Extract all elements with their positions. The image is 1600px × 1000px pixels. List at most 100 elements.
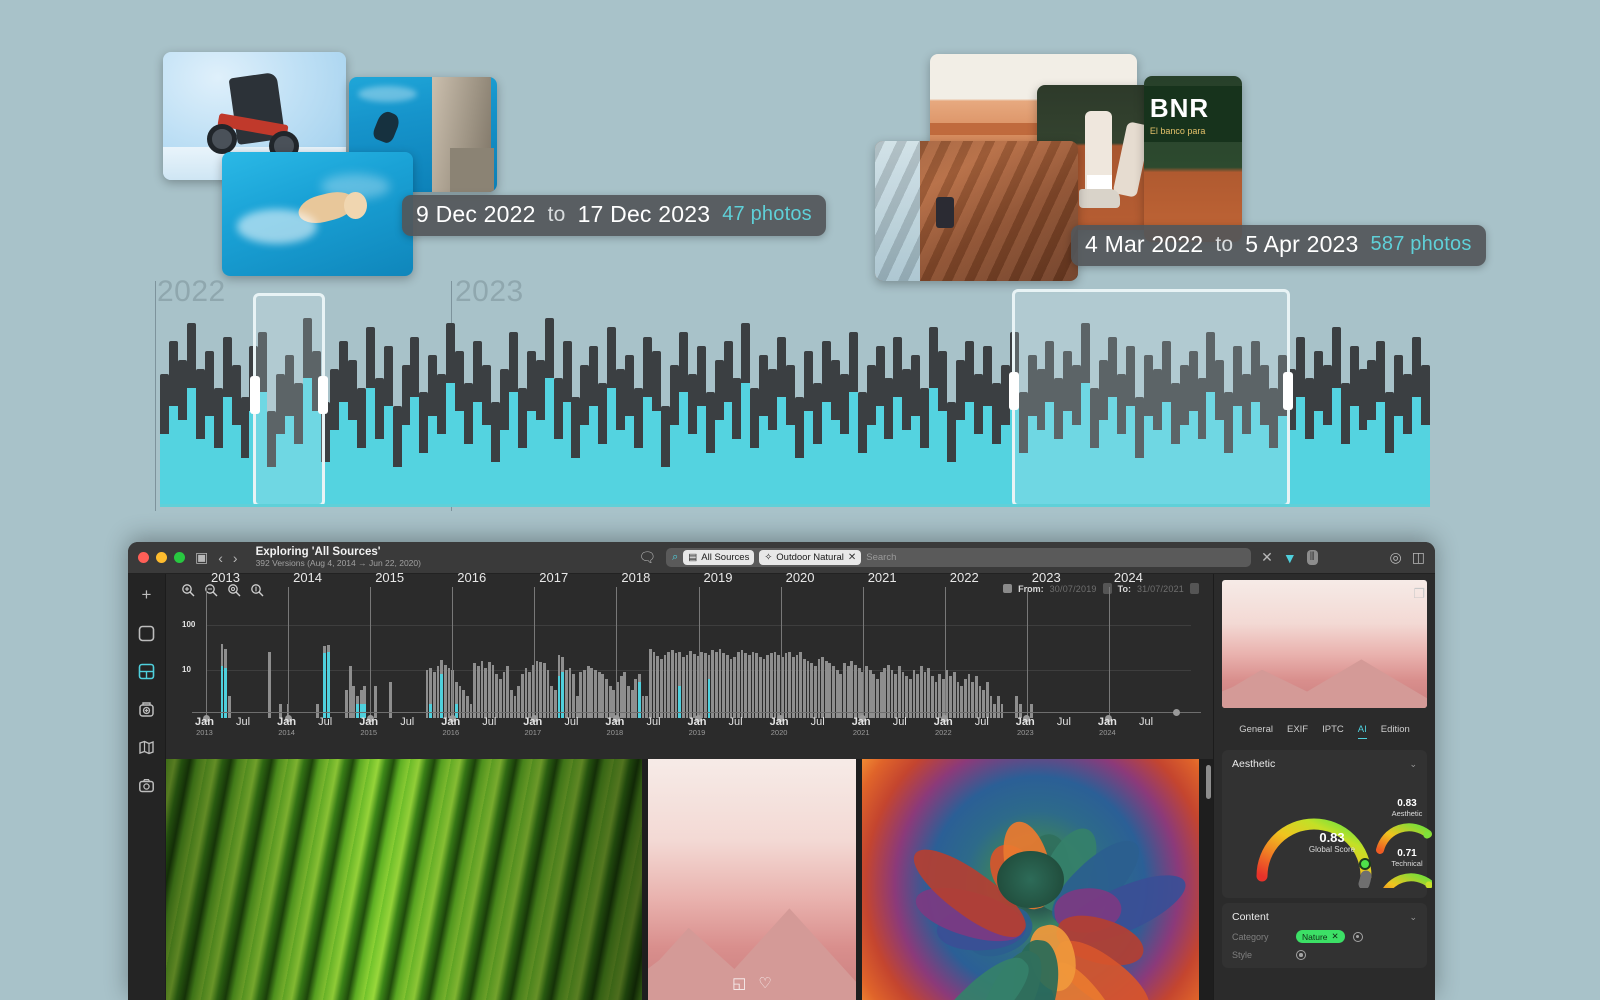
right-panel-icon[interactable]: ◫ — [1412, 549, 1425, 566]
hero-bar — [1340, 383, 1350, 504]
badge-photo-count: 587 photos — [1370, 233, 1472, 255]
global-score-label: Global Score — [1308, 845, 1356, 854]
tab-general[interactable]: General — [1239, 724, 1273, 739]
year-divider — [862, 587, 864, 718]
add-button[interactable]: + — [136, 584, 158, 606]
from-date-input[interactable]: 30/07/2019 — [1050, 584, 1097, 594]
tab-iptc[interactable]: IPTC — [1322, 724, 1344, 739]
style-add-icon[interactable] — [1296, 950, 1306, 960]
timeline-bar — [345, 690, 348, 718]
hero-bar — [338, 341, 348, 504]
photo-hover-actions[interactable]: ◱ ♡ — [732, 974, 772, 992]
tab-ai[interactable]: AI — [1357, 724, 1367, 739]
chip-label: All Sources — [701, 552, 750, 563]
search-bar[interactable]: ⌕ ▤ All Sources ✧ Outdoor Natural ✕ Sear… — [666, 548, 1252, 567]
map-icon[interactable] — [136, 736, 158, 758]
hero-bar — [812, 383, 822, 504]
category-add-icon[interactable] — [1352, 931, 1363, 942]
zoom-reset-icon[interactable] — [249, 582, 264, 597]
timeline-bar — [982, 690, 986, 718]
minimize-window-button[interactable] — [156, 552, 167, 563]
to-date-input[interactable]: 31/07/2021 — [1137, 584, 1184, 594]
chevron-down-icon[interactable]: ⌄ — [1409, 759, 1417, 770]
content-panel-header[interactable]: Content ⌄ — [1232, 911, 1417, 923]
x-axis-tick-year: 2020 — [770, 728, 788, 737]
hero-bar — [982, 345, 992, 504]
help-circle-icon[interactable]: ◎ — [1390, 549, 1402, 566]
hero-bar — [347, 359, 357, 504]
selection-handle-right[interactable] — [1283, 372, 1293, 410]
close-window-button[interactable] — [138, 552, 149, 563]
style-row: Style — [1232, 950, 1417, 960]
photo-card-banner[interactable]: BNR El banco para — [1144, 76, 1242, 242]
hero-selection-window-2[interactable] — [1009, 289, 1293, 507]
x-axis-tick: Jan 2024 — [1097, 716, 1117, 737]
selection-handle-left[interactable] — [1009, 372, 1019, 410]
hero-bar — [598, 383, 608, 504]
maximize-window-button[interactable] — [174, 552, 185, 563]
preview-image[interactable] — [1222, 580, 1427, 708]
timeline-bar — [729, 658, 733, 718]
hero-bar — [1304, 378, 1314, 504]
hero-bar — [902, 369, 912, 504]
selection-handle-left[interactable] — [250, 376, 260, 414]
hero-histogram[interactable]: 2022 2023 — [155, 275, 1435, 525]
grid-scrollbar[interactable] — [1206, 765, 1211, 799]
filter-funnel-icon[interactable]: ▼ — [1283, 550, 1297, 566]
photo-thumbnail-palm[interactable] — [166, 759, 642, 1000]
timeline-plot-area[interactable]: 10 100 2013 2014 2015 2016 2017 2018 2019 2020 202… — [182, 570, 1191, 722]
photo-card-climbing[interactable] — [875, 141, 1078, 281]
filter-chip-outdoor-natural[interactable]: ✧ Outdoor Natural ✕ — [759, 550, 862, 565]
timeline-bar — [561, 656, 564, 718]
tag-remove-icon[interactable]: ✕ — [1332, 931, 1339, 942]
timeline-axis-line — [192, 712, 1201, 713]
layers-icon[interactable]: ❐ — [1413, 586, 1425, 602]
photo-thumbnail-mountains[interactable]: ◱ ♡ — [648, 759, 856, 1000]
hero-bar — [991, 383, 1001, 504]
photo-card-swimmer[interactable] — [222, 152, 413, 276]
photo-rock-texture — [875, 141, 1078, 281]
to-stepper[interactable] — [1190, 583, 1199, 594]
zoom-in-icon[interactable] — [180, 582, 195, 597]
chevron-down-icon[interactable]: ⌄ — [1409, 912, 1417, 923]
badge-to-date: 17 Dec 2023 — [577, 201, 711, 227]
hero-bar — [696, 345, 706, 504]
filter-chip-all-sources[interactable]: ▤ All Sources — [683, 550, 755, 565]
camera-icon[interactable] — [136, 774, 158, 796]
timeline-bar — [685, 654, 689, 718]
search-input[interactable]: Search — [866, 552, 896, 563]
hero-bar — [839, 373, 849, 504]
photo-thumbnail-flower[interactable] — [862, 759, 1199, 1000]
sidebar-toggle-icon[interactable]: ▣ — [195, 549, 208, 566]
timeline-bar — [784, 653, 788, 718]
window-traffic-lights[interactable] — [138, 552, 185, 563]
badge-to-word: to — [547, 202, 566, 226]
timeline-bar — [678, 651, 682, 718]
clear-search-icon[interactable]: ✕ — [1261, 549, 1273, 566]
grid-view-icon[interactable] — [136, 660, 169, 682]
favorite-heart-icon[interactable]: ♡ — [758, 974, 771, 992]
bar-chart-icon[interactable]: ⦀ — [1306, 550, 1318, 565]
x-axis-tick: Jul — [646, 716, 661, 728]
timeline-end-handle[interactable] — [1173, 709, 1180, 716]
tab-edition[interactable]: Edition — [1381, 724, 1410, 739]
date-filter-checkbox[interactable] — [1003, 584, 1013, 593]
chip-remove-icon[interactable]: ✕ — [848, 552, 856, 563]
hero-bar — [830, 359, 840, 504]
hero-selection-window-1[interactable] — [250, 293, 328, 507]
badge-from-date: 4 Mar 2022 — [1085, 231, 1204, 257]
forward-icon[interactable]: › — [233, 550, 238, 566]
comment-icon[interactable]: 🗨 — [638, 549, 656, 566]
aesthetic-panel-header[interactable]: Aesthetic ⌄ — [1232, 758, 1417, 770]
selection-handle-right[interactable] — [318, 376, 328, 414]
single-view-icon[interactable] — [136, 622, 158, 644]
database-icon: ▤ — [688, 552, 698, 563]
category-tag-nature[interactable]: Nature ✕ — [1296, 930, 1345, 943]
add-album-icon[interactable] — [136, 698, 158, 720]
timeline-bar — [627, 685, 630, 718]
back-icon[interactable]: ‹ — [218, 550, 223, 566]
timeline-bar — [440, 659, 444, 718]
from-stepper[interactable] — [1102, 583, 1112, 594]
tab-exif[interactable]: EXIF — [1287, 724, 1308, 739]
edit-icon[interactable]: ◱ — [732, 974, 746, 992]
